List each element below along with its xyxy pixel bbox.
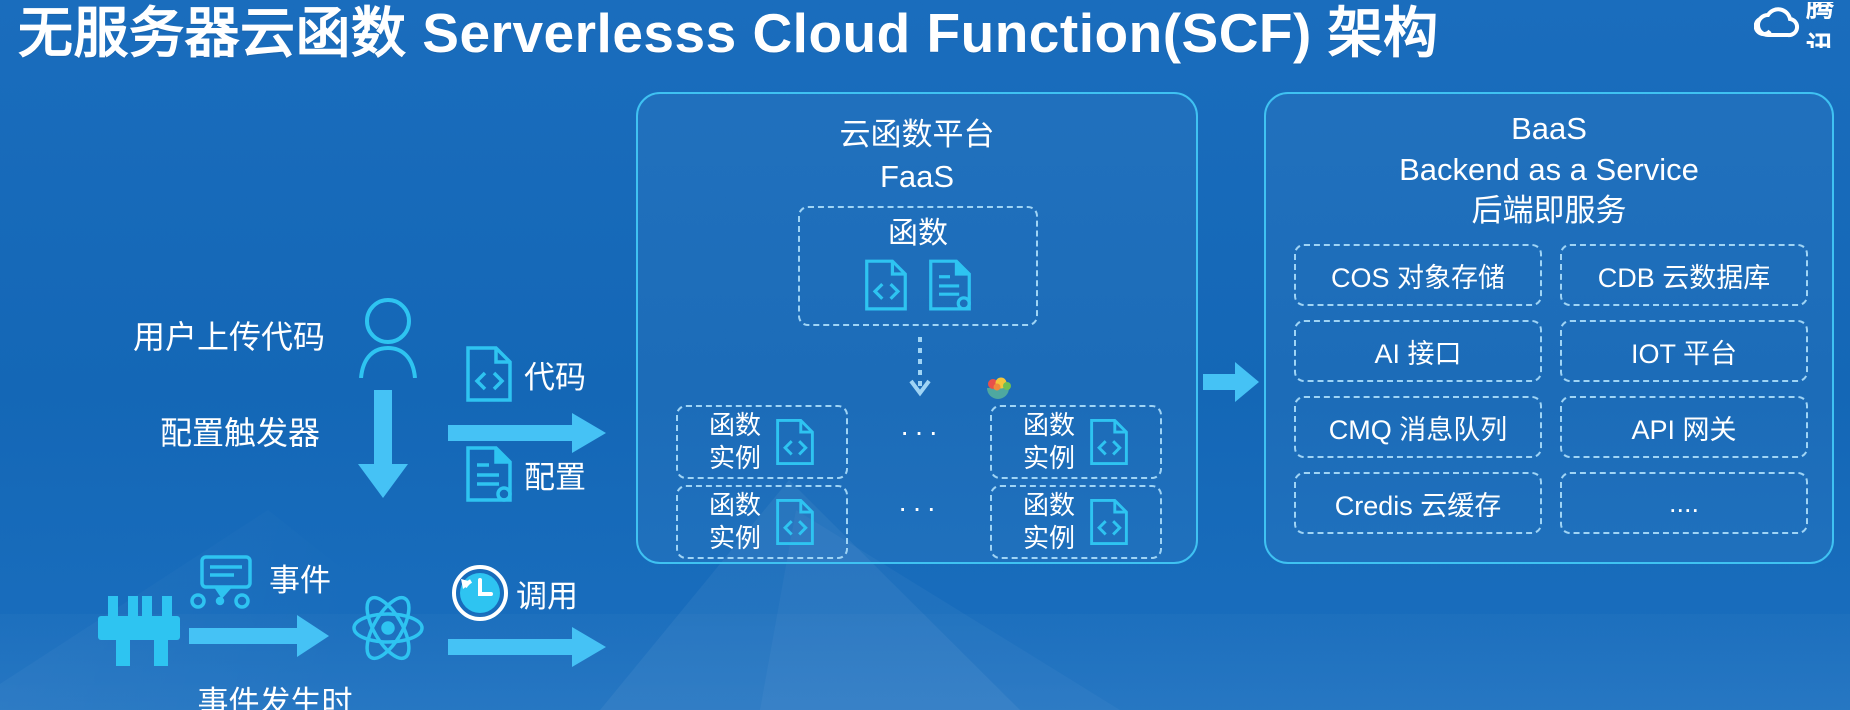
bottom-note-line-1: 事件发生时 <box>197 685 353 710</box>
arrow-right-icon-connector <box>1203 362 1259 402</box>
config-label: 配置 <box>524 459 586 495</box>
configure-trigger-label: 配置触发器 <box>160 415 321 451</box>
upload-code-label: 用户上传代码 <box>133 319 326 355</box>
instance-line-1: 函数 <box>1022 490 1075 520</box>
brand-logo: 腾讯 <box>1754 2 1850 48</box>
arrow-right-icon-code <box>448 413 606 453</box>
function-instance-label: 函数 实例 <box>709 409 761 475</box>
instance-line-1: 函数 <box>708 490 761 520</box>
service-item-ai[interactable]: AI 接口 <box>1294 320 1542 382</box>
left-flow-column: 用户上传代码 配置触发器 事件 事件发生时 代码 配置 调用 <box>0 90 640 710</box>
instance-line-1: 函数 <box>1022 410 1075 440</box>
function-instance-box: 函数 实例 <box>676 485 848 559</box>
instance-line-2: 实例 <box>1022 443 1075 473</box>
instance-line-2: 实例 <box>708 523 761 553</box>
function-instance-box: 函数 实例 <box>990 405 1162 479</box>
function-instance-label: 函数 实例 <box>709 489 761 555</box>
arrow-right-icon-event <box>189 615 329 657</box>
code-file-icon <box>465 345 513 403</box>
service-item-cos[interactable]: COS 对象存储 <box>1294 244 1542 306</box>
code-file-icon <box>1089 418 1129 466</box>
baas-title-line-2: Backend as a Service <box>1399 152 1699 187</box>
config-row: 配置 <box>465 445 586 503</box>
event-label: 事件 <box>269 563 331 598</box>
bottom-note: 事件发生时 自动触发函数运行 <box>85 682 465 710</box>
dotted-arrow-down-icon <box>908 337 932 399</box>
baas-panel-title: BaaS Backend as a Service 后端即服务 <box>1266 94 1832 231</box>
page-title: 无服务器云函数 Serverlesss Cloud Function(SCF) … <box>18 2 1439 64</box>
code-file-icon <box>1089 498 1129 546</box>
function-box-icons <box>864 258 972 312</box>
invoke-group: 调用 <box>452 565 578 621</box>
plug-icon <box>98 596 180 680</box>
arrow-down-icon <box>358 390 408 498</box>
faas-title-line-1: 云函数平台 <box>839 117 995 152</box>
instance-line-1: 函数 <box>708 410 761 440</box>
baas-service-grid: COS 对象存储 CDB 云数据库 AI 接口 IOT 平台 CMQ 消息队列 … <box>1294 244 1808 534</box>
code-file-icon <box>864 258 908 312</box>
function-instance-label: 函数 实例 <box>1023 409 1075 475</box>
service-item-more[interactable]: .... <box>1560 472 1808 534</box>
service-item-iot[interactable]: IOT 平台 <box>1560 320 1808 382</box>
baas-title-line-3: 后端即服务 <box>1471 193 1627 228</box>
baas-panel: BaaS Backend as a Service 后端即服务 COS 对象存储… <box>1264 92 1834 564</box>
function-instance-box: 函数 实例 <box>676 405 848 479</box>
instance-line-2: 实例 <box>708 443 761 473</box>
arrow-right-icon-invoke <box>448 627 606 667</box>
invoke-label: 调用 <box>516 578 578 614</box>
code-label: 代码 <box>524 359 586 395</box>
service-item-api-gateway[interactable]: API 网关 <box>1560 396 1808 458</box>
instance-line-2: 实例 <box>1022 523 1075 553</box>
code-row: 代码 <box>465 345 586 403</box>
service-item-cmq[interactable]: CMQ 消息队列 <box>1294 396 1542 458</box>
service-item-credis[interactable]: Credis 云缓存 <box>1294 472 1542 534</box>
brand-name: 腾讯 <box>1806 2 1835 48</box>
baas-title-line-1: BaaS <box>1511 111 1587 146</box>
config-file-icon <box>465 445 513 503</box>
ellipsis-top: ··· <box>900 416 943 447</box>
service-item-cdb[interactable]: CDB 云数据库 <box>1560 244 1808 306</box>
function-instance-box: 函数 实例 <box>990 485 1162 559</box>
user-icon <box>355 298 421 378</box>
code-file-icon <box>775 498 815 546</box>
function-instance-label: 函数 实例 <box>1023 489 1075 555</box>
ellipsis-bottom: ··· <box>898 492 941 523</box>
clock-history-icon <box>452 565 508 621</box>
function-box: 函数 <box>798 206 1038 326</box>
bowl-emoji-icon <box>983 372 1013 402</box>
atom-icon <box>350 590 426 666</box>
faas-panel: 云函数平台 FaaS 函数 函数 实例 函数 实例 函数 实例 函数 实例 ··… <box>636 92 1198 564</box>
code-file-icon <box>775 418 815 466</box>
tencent-cloud-logo-icon <box>1754 5 1800 45</box>
faas-panel-title: 云函数平台 FaaS <box>638 94 1196 198</box>
faas-title-line-2: FaaS <box>879 159 955 194</box>
config-file-icon <box>928 258 972 312</box>
function-box-label: 函数 <box>888 217 948 250</box>
event-message-icon <box>190 555 260 609</box>
